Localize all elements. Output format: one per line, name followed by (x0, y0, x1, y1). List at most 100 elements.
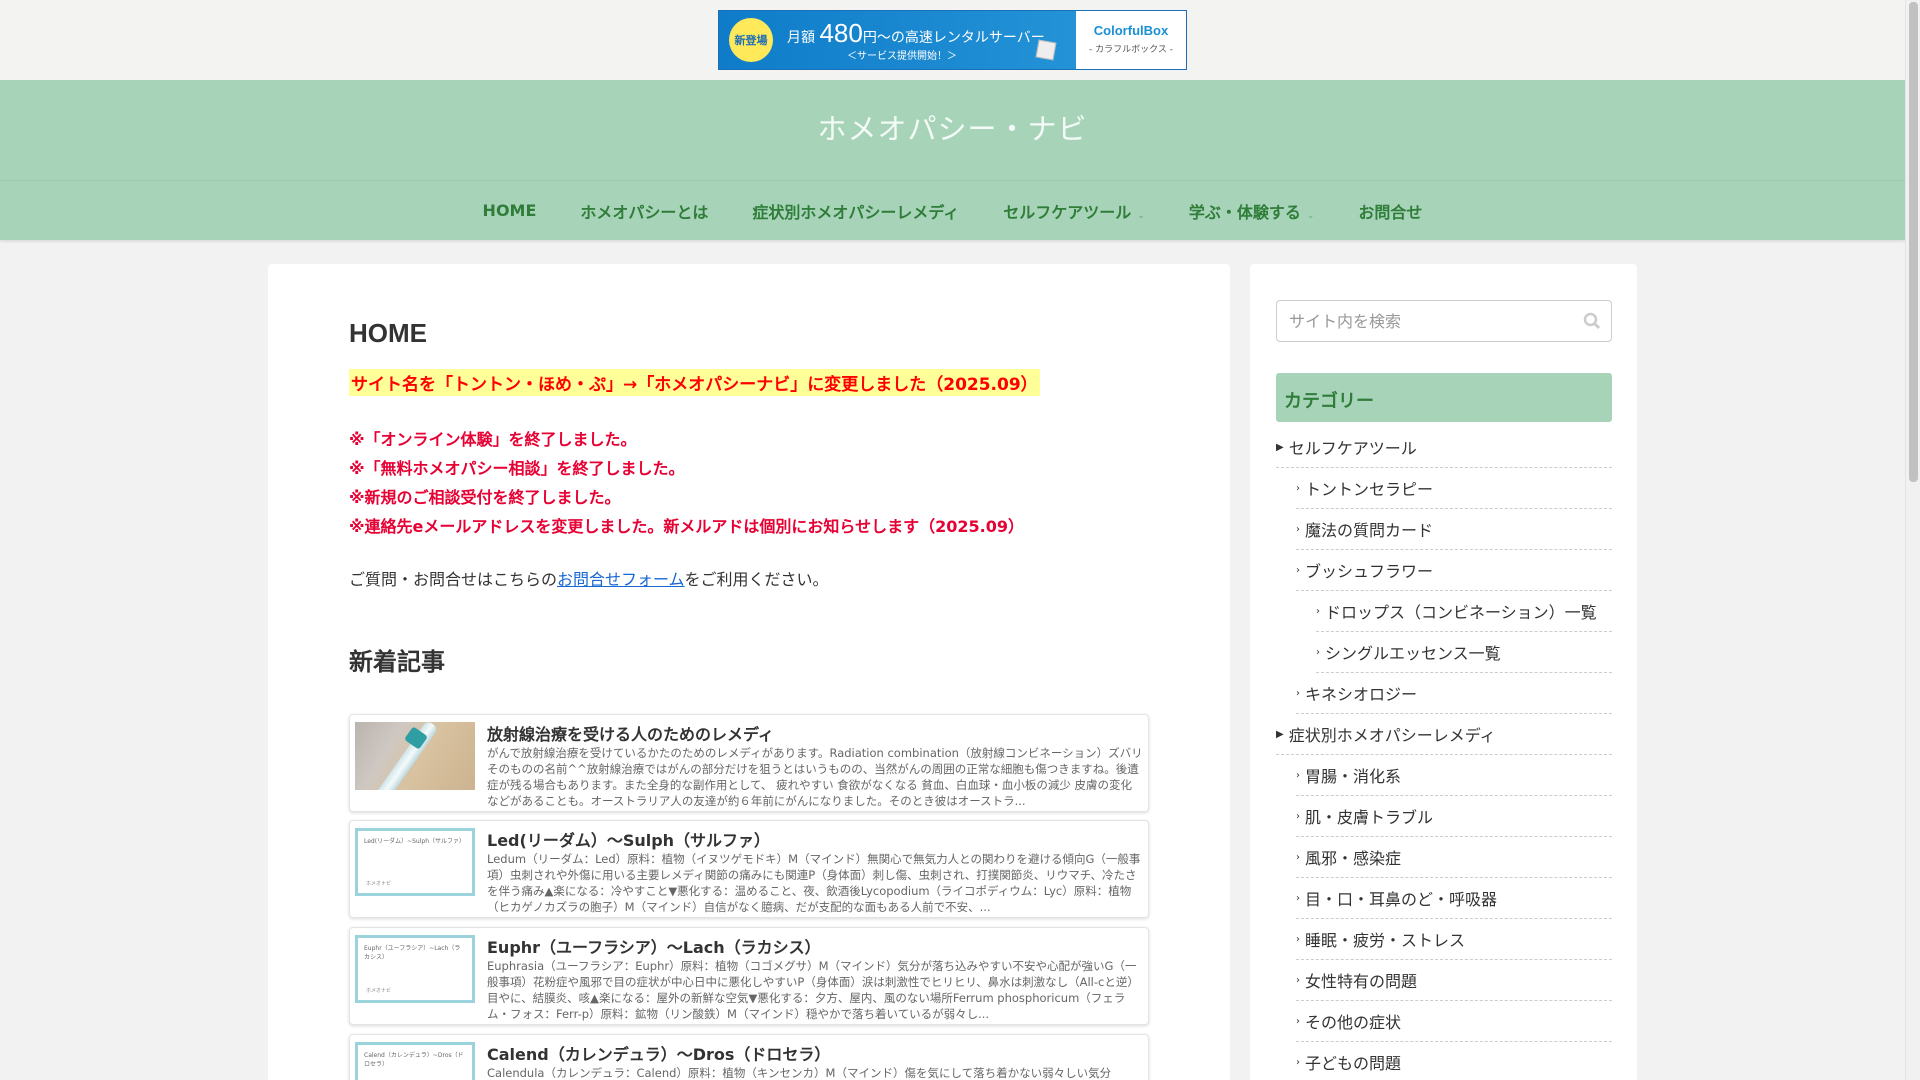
page-title: HOME (349, 318, 427, 348)
category-label: トントンセラピー (1305, 480, 1434, 499)
notice: ※「無料ホメオパシー相談」を終了しました。 (349, 459, 685, 478)
category-item[interactable]: › 子どもの問題 (1296, 1042, 1612, 1080)
chevron-down-icon: ⌄ (1137, 210, 1145, 221)
site-header: ホメオパシー・ナビ HOME ホメオパシーとは 症状別ホメオパシーレメディ セルフケア… (0, 80, 1905, 240)
category-item[interactable]: › キネシオロジー (1296, 673, 1612, 714)
thumbnail-logo: ホメオナビ (366, 988, 392, 994)
category-item[interactable]: › シングルエッセンス一覧 (1316, 632, 1612, 673)
article-thumbnail: Calend（カレンデュラ）~Dros（ドロセラ） (355, 1042, 475, 1080)
category-heading: カテゴリー (1276, 373, 1612, 422)
site-rename-notice: サイト名を「トントン・ほめ・ぷ」→「ホメオパシーナビ」に変更しました（2025.… (349, 369, 1040, 396)
nav-item[interactable]: 症状別ホメオパシーレメディ (752, 199, 959, 223)
ad-brand-name: ColorfulBox (1093, 23, 1169, 38)
category-label: シングルエッセンス一覧 (1325, 644, 1501, 663)
caret-right-icon: ▶ (1276, 441, 1284, 453)
chevron-right-icon: › (1316, 646, 1320, 658)
category-item[interactable]: ▶ 症状別ホメオパシーレメディ (1276, 714, 1612, 755)
category-label: その他の症状 (1305, 1013, 1402, 1032)
ad-line1-pre: 月額 (787, 30, 815, 46)
category-item[interactable]: › トントンセラピー (1296, 468, 1612, 509)
category-label: 睡眠・疲労・ストレス (1305, 931, 1466, 950)
thumbnail-text: Calend（カレンデュラ）~Dros（ドロセラ） (364, 1052, 464, 1068)
chevron-right-icon: › (1296, 892, 1300, 904)
ad-banner[interactable]: 新登場 月額 480円～の高速レンタルサーバー ＜サービス提供開始！＞ Colo… (718, 10, 1187, 70)
page-scrollbar[interactable] (1905, 0, 1920, 1080)
site-search-input[interactable] (1276, 300, 1612, 342)
chevron-right-icon: › (1296, 851, 1300, 863)
chevron-right-icon: › (1296, 1015, 1300, 1027)
contact-text: ご質問・お問合せはこちらのお問合せフォームをご利用ください。 (349, 566, 829, 590)
nav-item[interactable]: セルフケアツール ⌄ (1003, 199, 1145, 223)
category-item[interactable]: › 女性特有の問題 (1296, 960, 1612, 1001)
article-card[interactable]: Euphr（ユーフラシア）~Lach（ラカシス） ホメオナビ Euphr（ユーフラ… (349, 927, 1149, 1025)
category-item[interactable]: › 魔法の質問カード (1296, 509, 1612, 550)
category-label: キネシオロジー (1305, 685, 1418, 704)
category-label: セルフケアツール (1288, 439, 1417, 458)
article-card[interactable]: 放射線治療を受ける人のためのレメディ がんで放射線治療を受けているかたのためのレ… (349, 714, 1149, 812)
ad-price: 480 (819, 18, 863, 48)
notice: ※新規のご相談受付を終了しました。 (349, 488, 621, 507)
article-thumbnail: Led(リーダム）~Sulph（サルファ） ホメオナビ (355, 828, 475, 896)
ad-line1-post: 円～の高速レンタルサーバー (862, 30, 1045, 46)
nav-item[interactable]: お問合せ (1358, 199, 1422, 223)
caret-right-icon: ▶ (1276, 728, 1284, 740)
chevron-down-icon: ⌄ (1306, 210, 1315, 221)
article-snippet: がんで放射線治療を受けているかたのためのレメディがあります。Radiation … (487, 746, 1143, 808)
nav-item-label: お問合せ (1358, 202, 1423, 222)
thumbnail-logo: ホメオナビ (366, 881, 392, 887)
cube-icon (1035, 39, 1057, 61)
nav-item-label: 症状別ホメオパシーレメディ (752, 202, 960, 222)
category-item[interactable]: › その他の症状 (1296, 1001, 1612, 1042)
chevron-right-icon: › (1296, 933, 1300, 945)
category-label: 症状別ホメオパシーレメディ (1288, 726, 1496, 745)
category-label: ブッシュフラワー (1305, 562, 1434, 581)
nav-item-label: セルフケアツール (1003, 202, 1132, 222)
category-item[interactable]: › 目・口・耳鼻のど・呼吸器 (1296, 878, 1612, 919)
article-card[interactable]: Calend（カレンデュラ）~Dros（ドロセラ） Calend（カレンデュラ）… (349, 1034, 1149, 1080)
nav-item-label: ホメオパシーとは (580, 202, 709, 222)
chevron-right-icon: › (1296, 974, 1300, 986)
nav-item[interactable]: ホメオパシーとは (580, 199, 708, 223)
chevron-right-icon: › (1296, 482, 1300, 494)
nav-item[interactable]: 学ぶ・体験する ⌄ (1189, 199, 1315, 223)
category-item[interactable]: › 風邪・感染症 (1296, 837, 1612, 878)
category-label: 風邪・感染症 (1305, 849, 1402, 868)
article-card[interactable]: Led(リーダム）~Sulph（サルファ） ホメオナビ Led(リーダム）～Sul… (349, 820, 1149, 918)
chevron-right-icon: › (1296, 564, 1300, 576)
sidebar: カテゴリー ▶ セルフケアツール › トントンセラピー › 魔法の質問カード › ブッシュフラ… (1250, 264, 1637, 1080)
scrollbar-thumb[interactable] (1909, 2, 1918, 482)
category-item[interactable]: › 肌・皮膚トラブル (1296, 796, 1612, 837)
main-content: HOME サイト名を「トントン・ほめ・ぷ」→「ホメオパシーナビ」に変更しました（… (268, 264, 1230, 1080)
category-item[interactable]: › ドロップス（コンビネーション）一覧 (1316, 591, 1612, 632)
category-label: 肌・皮膚トラブル (1305, 808, 1434, 827)
chevron-right-icon: › (1296, 769, 1300, 781)
category-list: ▶ セルフケアツール › トントンセラピー › 魔法の質問カード › ブッシュフラワー › ドロッ… (1276, 427, 1612, 1080)
site-title[interactable]: ホメオパシー・ナビ (0, 106, 1905, 148)
category-item[interactable]: › ブッシュフラワー (1296, 550, 1612, 591)
nav-item-label: HOME (482, 201, 537, 220)
ad-badge: 新登場 (729, 18, 773, 62)
notice: ※連絡先eメールアドレスを変更しました。新メルアドは個別にお知らせします（202… (349, 517, 1024, 536)
new-articles-heading: 新着記事 (349, 648, 445, 676)
ad-line2: ＜サービス提供開始！＞ (847, 51, 957, 62)
nav-item[interactable]: HOME (483, 201, 537, 220)
article-title: Calend（カレンデュラ）～Dros（ドロセラ） (487, 1045, 831, 1064)
chevron-right-icon: › (1316, 605, 1320, 617)
category-label: 女性特有の問題 (1305, 972, 1418, 991)
thumbnail-text: Led(リーダム）~Sulph（サルファ） (364, 838, 465, 845)
category-label: 子どもの問題 (1305, 1054, 1402, 1073)
article-snippet: Ledum（リーダム：Led）原料：植物（イヌツゲモドキ）M（マインド）無関心で… (487, 852, 1141, 914)
ad-text: 月額 480円～の高速レンタルサーバー ＜サービス提供開始！＞ (787, 18, 1045, 62)
category-item[interactable]: › 胃腸・消化系 (1296, 755, 1612, 796)
chevron-right-icon: › (1296, 687, 1300, 699)
category-item[interactable]: › 睡眠・疲労・ストレス (1296, 919, 1612, 960)
article-title: Euphr（ユーフラシア）～Lach（ラカシス） (487, 938, 821, 957)
search-icon[interactable] (1583, 312, 1601, 330)
contact-form-link[interactable]: お問合せフォーム (557, 570, 685, 589)
chevron-right-icon: › (1296, 810, 1300, 822)
contact-post: をご利用ください。 (684, 570, 829, 589)
category-item[interactable]: ▶ セルフケアツール (1276, 427, 1612, 468)
article-title: Led(リーダム）～Sulph（サルファ） (487, 831, 771, 850)
category-label: ドロップス（コンビネーション）一覧 (1325, 603, 1597, 622)
ad-bar: 新登場 月額 480円～の高速レンタルサーバー ＜サービス提供開始！＞ Colo… (0, 0, 1905, 80)
